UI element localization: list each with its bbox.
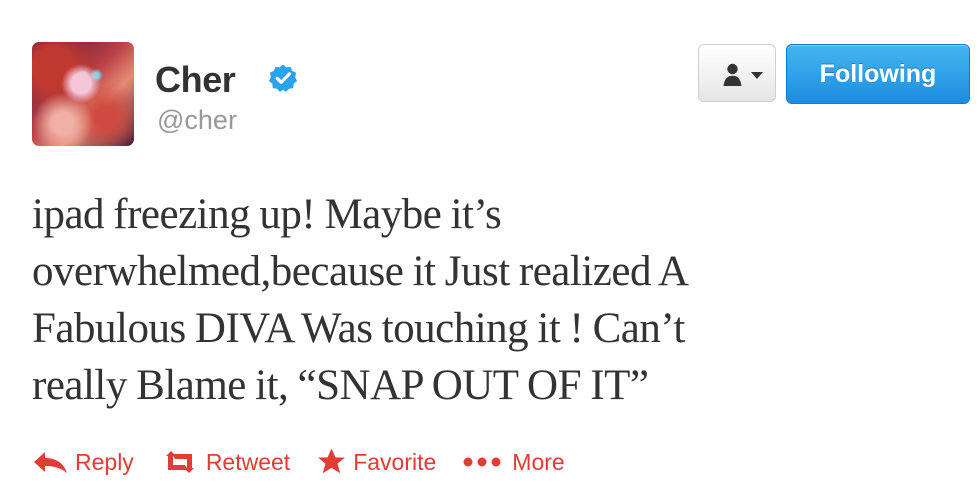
- retweet-label: Retweet: [205, 449, 291, 475]
- reply-button[interactable]: Reply: [31, 444, 134, 480]
- user-actions-dropdown-button[interactable]: [698, 44, 776, 102]
- tweet-text-line: ipad freezing up! Maybe it’s: [32, 191, 502, 238]
- retweet-icon: [165, 451, 194, 473]
- tweet-text: ipad freezing up! Maybe it’s overwhelmed…: [32, 186, 962, 414]
- username[interactable]: @cher: [157, 105, 237, 135]
- retweet-button[interactable]: Retweet: [160, 444, 290, 480]
- favorite-label: Favorite: [353, 449, 437, 475]
- person-icon: [723, 63, 742, 86]
- tweet-text-line: overwhelmed,because it Just realized A: [32, 248, 689, 295]
- reply-arrow-icon: [34, 452, 67, 473]
- avatar[interactable]: [32, 42, 134, 146]
- more-label: More: [512, 449, 565, 475]
- favorite-button[interactable]: Favorite: [316, 444, 436, 480]
- star-icon: [318, 448, 346, 474]
- more-button[interactable]: More: [462, 444, 565, 480]
- more-dots-icon: [463, 457, 501, 467]
- caret-down-icon: [751, 72, 763, 79]
- following-button[interactable]: Following: [786, 44, 970, 104]
- tweet-actions: Reply Retweet Favorite More: [31, 444, 591, 480]
- tweet-text-line: Fabulous DIVA Was touching it ! Can’t: [32, 305, 685, 352]
- verified-badge-icon: [269, 64, 297, 92]
- display-name[interactable]: Cher: [155, 60, 236, 100]
- reply-label: Reply: [75, 449, 134, 475]
- tweet-text-line: really Blame it, “SNAP OUT OF IT”: [32, 362, 649, 409]
- tweet-card: Cher @cher Following ipad freezing up! M…: [0, 0, 980, 488]
